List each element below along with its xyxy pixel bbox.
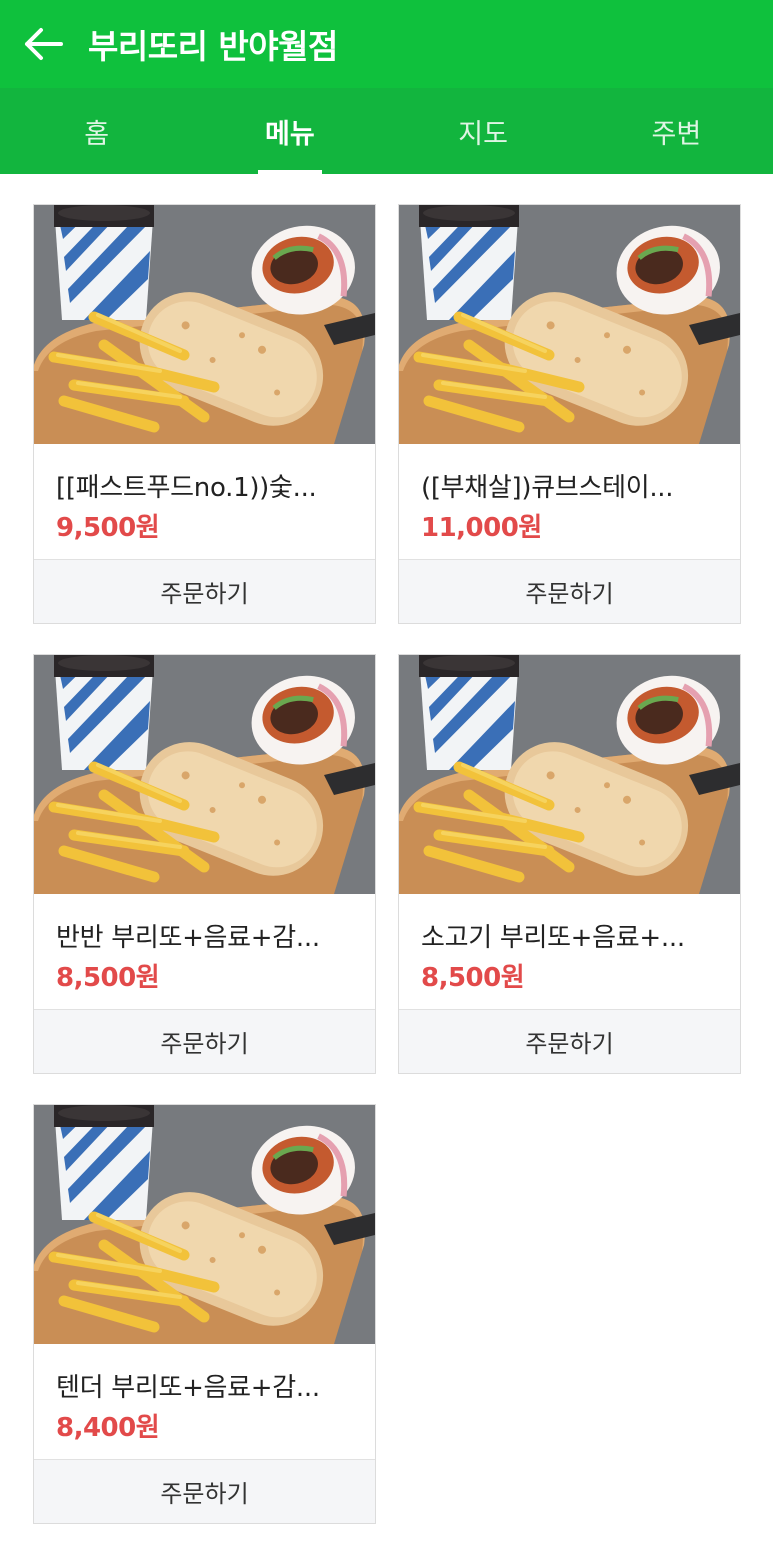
menu-photo xyxy=(399,205,740,444)
arrow-left-icon xyxy=(25,28,63,60)
tab-bar: 홈 메뉴 지도 주변 xyxy=(0,88,773,174)
menu-price: 11,000원 xyxy=(421,513,542,543)
menu-card[interactable]: 반반 부리또+음료+감... 8,500원 주문하기 xyxy=(33,654,376,1074)
tab-home[interactable]: 홈 xyxy=(0,88,193,174)
order-button[interactable]: 주문하기 xyxy=(34,1459,375,1523)
menu-card[interactable]: 텐더 부리또+음료+감... 8,400원 주문하기 xyxy=(33,1104,376,1524)
menu-price: 8,400원 xyxy=(56,1413,160,1443)
menu-name: ([부채살])큐브스테이... xyxy=(421,473,674,503)
tab-nearby[interactable]: 주변 xyxy=(580,88,773,174)
menu-name: 소고기 부리또+음료+... xyxy=(421,923,685,953)
back-button[interactable] xyxy=(20,21,66,67)
order-button[interactable]: 주문하기 xyxy=(34,1009,375,1073)
menu-price: 8,500원 xyxy=(421,963,525,993)
menu-card[interactable]: [[패스트푸드no.1))숯... 9,500원 주문하기 xyxy=(33,204,376,624)
menu-card[interactable]: 소고기 부리또+음료+... 8,500원 주문하기 xyxy=(398,654,741,1074)
tab-map[interactable]: 지도 xyxy=(387,88,580,174)
menu-photo xyxy=(34,1105,375,1344)
menu-photo xyxy=(399,655,740,894)
page-title: 부리또리 반야월점 xyxy=(88,27,338,66)
menu-card[interactable]: ([부채살])큐브스테이... 11,000원 주문하기 xyxy=(398,204,741,624)
menu-price: 8,500원 xyxy=(56,963,160,993)
menu-price: 9,500원 xyxy=(56,513,160,543)
app-header: 부리또리 반야월점 xyxy=(0,0,773,88)
order-button[interactable]: 주문하기 xyxy=(399,1009,740,1073)
tab-menu[interactable]: 메뉴 xyxy=(193,88,386,174)
menu-name: 텐더 부리또+음료+감... xyxy=(56,1373,320,1403)
menu-photo xyxy=(34,655,375,894)
order-button[interactable]: 주문하기 xyxy=(399,559,740,623)
menu-name: [[패스트푸드no.1))숯... xyxy=(56,473,317,503)
order-button[interactable]: 주문하기 xyxy=(34,559,375,623)
menu-name: 반반 부리또+음료+감... xyxy=(56,923,320,953)
menu-photo xyxy=(34,205,375,444)
